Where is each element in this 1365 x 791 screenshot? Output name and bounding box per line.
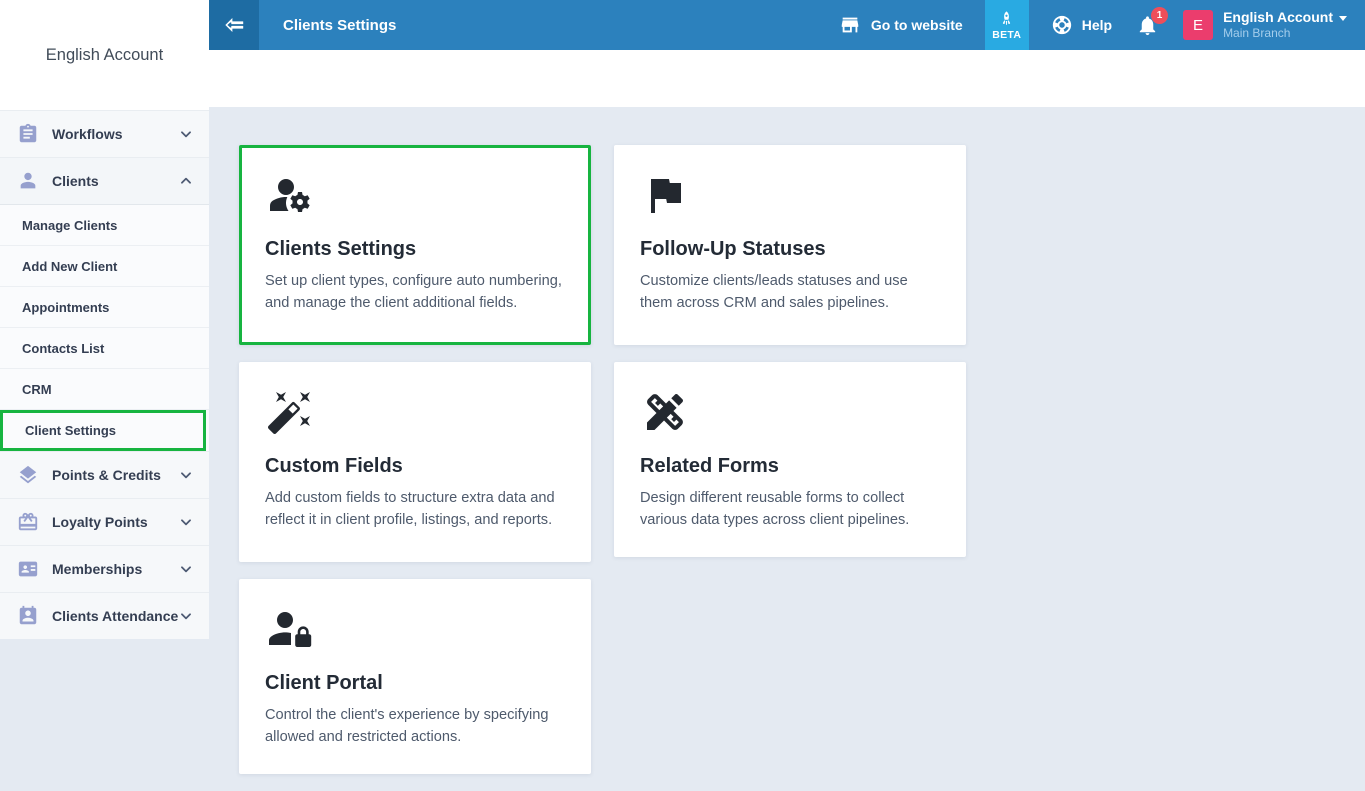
clipboard-icon [17, 123, 39, 145]
id-card-icon [17, 558, 39, 580]
help-label: Help [1082, 17, 1112, 33]
chevron-up-icon [179, 174, 193, 188]
subitem-label: Add New Client [22, 259, 117, 274]
card-description: Set up client types, configure auto numb… [265, 270, 565, 314]
sidebar-subitem-add-new-client[interactable]: Add New Client [0, 246, 209, 287]
avatar[interactable]: E [1183, 10, 1213, 40]
sidebar-item-clients[interactable]: Clients [0, 157, 209, 204]
card-custom-fields[interactable]: Custom Fields Add custom fields to struc… [239, 362, 591, 562]
gift-icon [17, 511, 39, 533]
subitem-label: Client Settings [25, 423, 116, 438]
subitem-label: Contacts List [22, 341, 104, 356]
beta-badge[interactable]: BETA [985, 0, 1029, 50]
topbar-actions: Go to website BETA Help 1 E English Acco… [839, 0, 1365, 50]
flag-icon [640, 171, 940, 219]
subitem-label: CRM [22, 382, 52, 397]
card-description: Control the client's experience by speci… [265, 704, 565, 748]
sidebar-item-label: Clients [52, 173, 179, 189]
sidebar-item-memberships[interactable]: Memberships [0, 545, 209, 592]
layers-icon [17, 464, 39, 486]
sidebar-account-name: English Account [46, 46, 163, 65]
go-to-website-button[interactable]: Go to website [839, 14, 963, 36]
card-clients-settings[interactable]: Clients Settings Set up client types, co… [239, 145, 591, 345]
card-follow-up-statuses[interactable]: Follow-Up Statuses Customize clients/lea… [614, 145, 966, 345]
chevron-down-icon [179, 609, 193, 623]
sidebar-item-points-credits[interactable]: Points & Credits [0, 451, 209, 498]
sidebar-subitem-manage-clients[interactable]: Manage Clients [0, 205, 209, 246]
card-description: Customize clients/leads statuses and use… [640, 270, 940, 314]
sidebar-item-workflows[interactable]: Workflows [0, 110, 209, 157]
branch-name: Main Branch [1223, 26, 1347, 41]
sidebar-item-label: Clients Attendance [52, 608, 179, 624]
card-description: Add custom fields to structure extra dat… [265, 487, 565, 531]
card-title: Related Forms [640, 455, 940, 478]
account-menu[interactable]: English Account Main Branch [1223, 9, 1347, 42]
go-to-website-label: Go to website [871, 17, 963, 33]
sidebar-subitem-appointments[interactable]: Appointments [0, 287, 209, 328]
sidebar-subitem-contacts-list[interactable]: Contacts List [0, 328, 209, 369]
magic-wand-icon [265, 388, 565, 436]
calendar-person-icon [17, 605, 39, 627]
subitem-label: Appointments [22, 300, 109, 315]
chevron-down-icon [179, 562, 193, 576]
card-title: Follow-Up Statuses [640, 238, 940, 261]
page-title: Clients Settings [283, 17, 839, 34]
rocket-icon [998, 10, 1015, 27]
card-title: Clients Settings [265, 238, 565, 261]
chevron-down-icon [179, 468, 193, 482]
card-title: Custom Fields [265, 455, 565, 478]
account-name: English Account [1223, 9, 1333, 27]
sidebar-item-label: Loyalty Points [52, 514, 179, 530]
sidebar-item-loyalty-points[interactable]: Loyalty Points [0, 498, 209, 545]
design-services-icon [640, 388, 940, 436]
collapse-menu-icon [221, 12, 247, 38]
subheader-band [209, 50, 1365, 107]
clients-submenu: Manage Clients Add New Client Appointmen… [0, 204, 209, 451]
person-lock-icon [265, 605, 565, 653]
chevron-down-icon [1339, 16, 1347, 21]
chevron-down-icon [179, 127, 193, 141]
settings-card-grid: Clients Settings Set up client types, co… [239, 145, 1338, 791]
sidebar-item-label: Workflows [52, 126, 179, 142]
main-content: Clients Settings Set up client types, co… [209, 107, 1365, 634]
sidebar-item-label: Memberships [52, 561, 179, 577]
subitem-label: Manage Clients [22, 218, 117, 233]
notification-count-badge: 1 [1151, 7, 1168, 24]
top-header-bar: Clients Settings Go to website BETA Help… [209, 0, 1365, 50]
sidebar-item-clients-attendance[interactable]: Clients Attendance [0, 592, 209, 639]
notifications-button[interactable]: 1 [1136, 14, 1159, 37]
beta-label: BETA [992, 29, 1021, 41]
sidebar-collapse-button[interactable] [209, 0, 259, 50]
sidebar-subitem-crm[interactable]: CRM [0, 369, 209, 410]
person-icon [17, 170, 39, 192]
storefront-icon [839, 14, 861, 36]
chevron-down-icon [179, 515, 193, 529]
sidebar-subitem-client-settings[interactable]: Client Settings [0, 410, 206, 451]
card-related-forms[interactable]: Related Forms Design different reusable … [614, 362, 966, 557]
sidebar-account-header: English Account [0, 0, 209, 110]
card-client-portal[interactable]: Client Portal Control the client's exper… [239, 579, 591, 774]
card-title: Client Portal [265, 672, 565, 695]
sidebar-item-label: Points & Credits [52, 467, 179, 483]
person-gear-icon [265, 171, 565, 219]
lifebuoy-icon [1051, 14, 1073, 36]
sidebar: English Account Workflows Clients Manage… [0, 0, 209, 634]
card-description: Design different reusable forms to colle… [640, 487, 940, 531]
help-button[interactable]: Help [1051, 14, 1112, 36]
